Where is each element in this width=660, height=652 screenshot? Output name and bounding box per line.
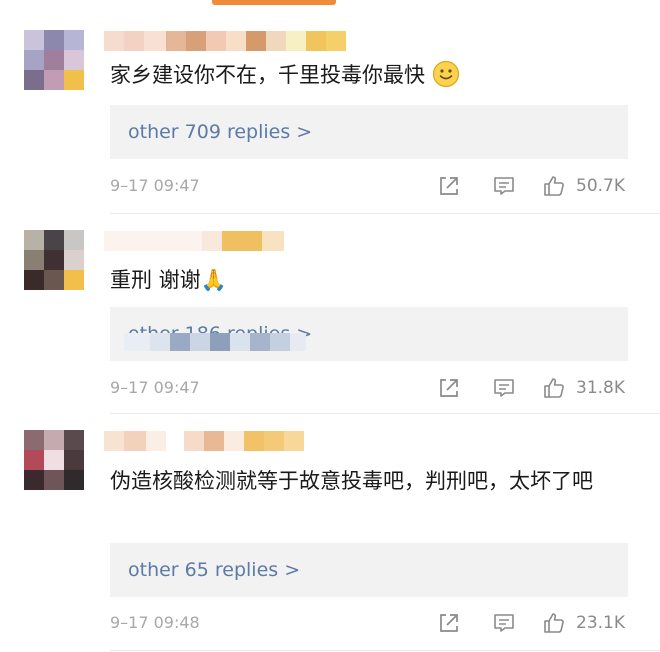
thumbs-up-icon[interactable]: [542, 611, 566, 635]
thumbs-up-icon[interactable]: [542, 376, 566, 400]
thumbs-up-icon[interactable]: [542, 174, 566, 198]
avatar[interactable]: [24, 430, 84, 490]
comment-meta: 9–17 09:47 50.7K: [110, 171, 630, 201]
timestamp: 9–17 09:48: [110, 613, 200, 632]
slightly-smiling-face-icon: [432, 60, 459, 88]
comment-icon[interactable]: [492, 611, 516, 635]
timestamp: 9–17 09:47: [110, 378, 200, 397]
comment-actions: 50.7K: [437, 171, 630, 201]
more-replies-link[interactable]: other 709 replies >: [110, 105, 628, 159]
comment-meta: 9–17 09:47 31.8K: [110, 373, 630, 403]
blur-overlay: [124, 333, 306, 351]
username-blurred[interactable]: [104, 431, 304, 451]
active-tab-indicator: [212, 0, 336, 5]
comment-icon[interactable]: [492, 376, 516, 400]
more-replies-link[interactable]: other 65 replies >: [110, 543, 628, 597]
divider: [110, 413, 660, 414]
like-count[interactable]: 31.8K: [576, 373, 625, 403]
share-icon[interactable]: [437, 611, 461, 635]
timestamp: 9–17 09:47: [110, 176, 200, 195]
comment-meta: 9–17 09:48 23.1K: [110, 608, 630, 638]
like-count[interactable]: 23.1K: [576, 608, 625, 638]
more-replies-link[interactable]: other 186 replies >: [110, 307, 628, 361]
comment-text: 家乡建设你不在，千里投毒你最快: [110, 58, 630, 92]
comment-actions: 31.8K: [437, 373, 630, 403]
share-icon[interactable]: [437, 174, 461, 198]
divider: [110, 213, 660, 214]
avatar[interactable]: [24, 230, 84, 290]
divider: [110, 650, 660, 651]
avatar[interactable]: [24, 30, 84, 90]
username-blurred[interactable]: [104, 31, 346, 51]
comment-text: 伪造核酸检测就等于故意投毒吧，判刑吧，太坏了吧: [110, 469, 593, 493]
username-blurred[interactable]: [104, 231, 284, 251]
like-count[interactable]: 50.7K: [576, 171, 625, 201]
comment-icon[interactable]: [492, 174, 516, 198]
comment-text: 重刑 谢谢🙏: [110, 268, 227, 292]
share-icon[interactable]: [437, 376, 461, 400]
comment-actions: 23.1K: [437, 608, 630, 638]
